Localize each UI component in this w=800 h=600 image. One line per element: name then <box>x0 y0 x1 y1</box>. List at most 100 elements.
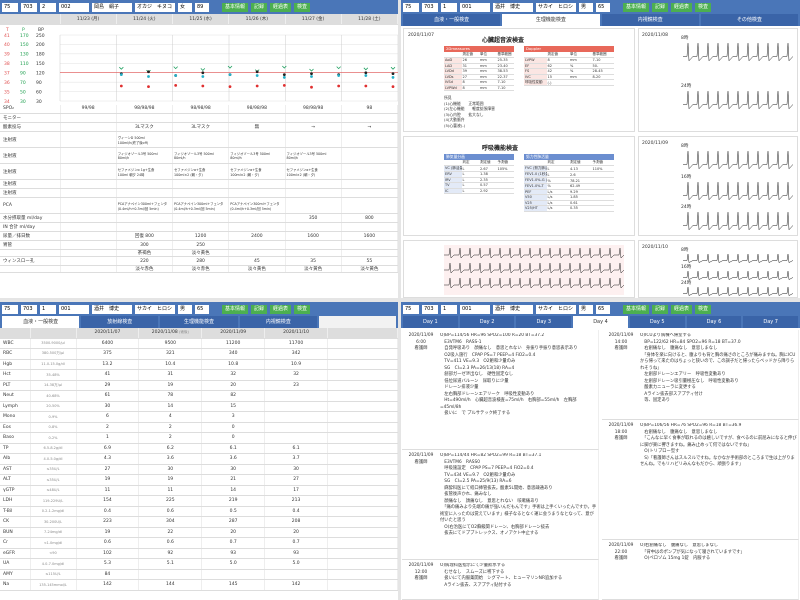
basic-info-button[interactable]: 基本情報 <box>222 2 249 12</box>
lab-value: 22 <box>138 527 203 538</box>
flow-cell: セファメジンα 1g+生食 100ml 朝夕 24時 <box>116 163 174 180</box>
record-button[interactable]: 記録 <box>251 304 268 314</box>
record-role: 看護師 <box>414 346 428 351</box>
row-label: 酸素投与 <box>0 122 61 132</box>
sex-field: 男 <box>178 304 192 314</box>
lab-value: 3.7 <box>264 453 328 465</box>
flow-cell <box>341 179 398 189</box>
flow-cell <box>60 213 117 223</box>
lab-range: 0-8% <box>30 422 77 433</box>
lab-value: 93 <box>264 548 328 559</box>
flow-cell <box>116 213 174 223</box>
lab-value: 6400 <box>76 338 140 349</box>
row-label: 注射液 <box>0 131 61 148</box>
flow-cell <box>341 222 398 232</box>
tab-radiology[interactable]: 放射線検査 <box>81 316 159 328</box>
row-label <box>0 249 61 257</box>
spacer-cell <box>327 422 398 433</box>
basic-info-button[interactable]: 基本情報 <box>623 304 650 314</box>
flow-cell <box>228 222 286 232</box>
lab-value: 32 <box>264 369 328 381</box>
lab-value: 3.6 <box>138 453 203 465</box>
temperature-point <box>310 74 313 78</box>
record-text: O)右創痛なし 腹痛なし 意思しまなし 「背中はのポンプが気になって寝されていま… <box>640 543 745 561</box>
flow-cell <box>60 163 117 180</box>
tab-day-4[interactable]: Day 4 <box>573 316 628 328</box>
tab-other[interactable]: その他検査 <box>700 14 798 26</box>
flow-cell: 98/98/98 <box>116 104 174 114</box>
record-button[interactable]: 記録 <box>652 2 669 12</box>
pulse-point <box>391 71 395 75</box>
ecg-trace <box>683 181 793 201</box>
tab-physiology[interactable]: 生理機能検査 <box>502 14 600 26</box>
exam-button[interactable]: 検査 <box>294 2 311 12</box>
patient-name-field: 岡島 絹子 <box>92 2 132 12</box>
measure-block: 肺気量分画判定測定値予測値VC (肺活量)L2.67105%ERVL1.38IR… <box>444 154 514 194</box>
tab-day-5[interactable]: Day 5 <box>629 316 685 328</box>
lab-row: Lymph 20-50% 30 14 15 <box>0 401 398 412</box>
lab-value <box>264 569 328 580</box>
flow-sheet-button[interactable]: 経過表 <box>671 2 693 12</box>
record-text: O)BP=114/56 HR=96 SPO2=100 R=20 BT=37.2 … <box>440 333 578 416</box>
spacer-cell <box>327 328 398 339</box>
lab-value: 144 <box>138 579 203 591</box>
flow-cell: フィジオゾール3号 500ml 80ml/h <box>116 147 174 164</box>
lab-value: 31 <box>138 369 203 381</box>
measure-cell: (-) <box>546 79 569 86</box>
lab-range: <90 <box>30 548 77 559</box>
ward-field: 75 <box>403 2 419 12</box>
exam-button[interactable]: 検査 <box>695 304 712 314</box>
flow-sheet-button[interactable]: 経過表 <box>671 304 693 314</box>
flow-cell: フィジオゾール3号 500ml 80ml/h <box>285 147 342 164</box>
lab-value: 208 <box>264 516 328 528</box>
sex-field: 女 <box>178 2 192 12</box>
patient-bar: 75 703 2 002 岡島 絹子 オカジ キヌコ 女 89 基本情報 記録 … <box>0 0 398 14</box>
bp-diastolic-point <box>310 85 313 89</box>
lab-range: 7-24mg/dl <box>30 527 77 538</box>
tab-endoscopy[interactable]: 内視鏡検査 <box>601 14 699 26</box>
patient-name-field: 酒井 博史 <box>92 304 132 314</box>
tab-day-2[interactable]: Day 2 <box>459 316 515 328</box>
lab-item: Cr <box>0 537 31 549</box>
flow-cell <box>116 179 174 189</box>
lab-value: 2 <box>76 422 140 433</box>
exam-button[interactable]: 検査 <box>294 304 311 314</box>
tab-blood[interactable]: 血液・一般検査 <box>403 14 501 26</box>
exam-button[interactable]: 検査 <box>695 2 712 12</box>
lab-item: RBC <box>0 348 31 360</box>
basic-info-button[interactable]: 基本情報 <box>222 304 249 314</box>
tab-endoscopy[interactable]: 内視鏡検査 <box>239 316 317 328</box>
tab-day-7[interactable]: Day 7 <box>743 316 799 328</box>
axis-tick: 37 <box>4 70 10 76</box>
bed-field: 1 <box>441 2 457 12</box>
flow-cell <box>60 265 117 273</box>
ward-field: 75 <box>2 304 18 314</box>
flow-cell <box>285 113 342 123</box>
lab-range: 135-145mmol/L <box>30 579 77 591</box>
tab-physiology[interactable]: 生理機能検査 <box>160 316 238 328</box>
patient-bar: 75 703 1 001 酒井 博史 サカイ ヒロシ 男 65 基本情報 記録 … <box>401 302 800 316</box>
flow-sheet-button[interactable]: 経過表 <box>270 304 292 314</box>
row-label: 水分摂取量 ml/day <box>0 213 61 223</box>
lab-value: 19 <box>76 527 140 538</box>
ecg-line <box>683 254 793 263</box>
lab-row: Baso 0-2% 1 2 0 <box>0 432 398 444</box>
record-button[interactable]: 記録 <box>652 304 669 314</box>
axis-head: T <box>5 27 9 33</box>
flow-cell <box>172 113 230 123</box>
tab-blood[interactable]: 血液・一般検査 <box>2 316 80 328</box>
spacer-cell <box>327 411 398 423</box>
tab-day-3[interactable]: Day 3 <box>516 316 572 328</box>
row-label: 注射液 <box>0 179 61 189</box>
basic-info-button[interactable]: 基本情報 <box>623 2 650 12</box>
lab-range: 0-9% <box>30 411 77 423</box>
lab-range: 4.0-5.0g/dl <box>30 453 77 465</box>
spacer-cell <box>327 537 398 549</box>
flow-sheet-button[interactable]: 経過表 <box>270 2 292 12</box>
tab-day-6[interactable]: Day 6 <box>686 316 742 328</box>
lab-value: 6.9 <box>76 443 140 454</box>
record-button[interactable]: 記録 <box>251 2 268 12</box>
tab-day-1[interactable]: Day 1 <box>403 316 458 328</box>
flow-cell <box>116 188 174 198</box>
range-header <box>30 328 77 339</box>
